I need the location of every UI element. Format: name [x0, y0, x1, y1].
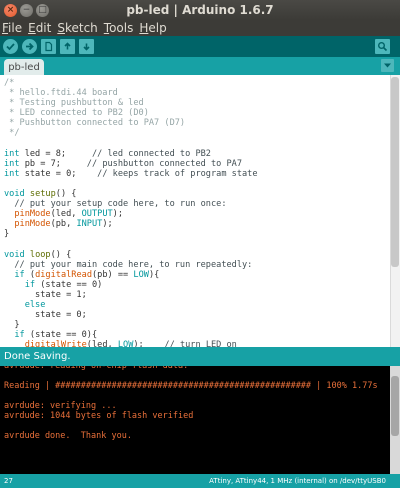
minimize-window-button[interactable]: −: [20, 3, 33, 17]
console-text: avrdude: reading on-chip flash data: Read…: [4, 366, 378, 441]
serial-monitor-icon: [378, 42, 388, 52]
console-line: avrdude: 1044 bytes of flash verified: [4, 411, 194, 421]
menu-edit-label: dit: [35, 21, 52, 35]
menu-file[interactable]: File: [2, 21, 22, 35]
console-scroll-thumb[interactable]: [391, 376, 399, 436]
console-line: Reading | ##############################…: [4, 381, 378, 391]
menu-help[interactable]: Help: [139, 21, 166, 35]
code-line: int led = 8; // led connected to PB2: [4, 148, 211, 159]
menu-edit[interactable]: Edit: [28, 21, 51, 35]
code-editor[interactable]: /* * hello.ftdi.44 board * Testing pushb…: [0, 75, 400, 347]
menu-sketch-mnemonic: S: [57, 21, 65, 35]
code-line: * hello.ftdi.44 board: [4, 88, 118, 99]
window-controls: × − □: [4, 3, 49, 17]
editor-scroll-thumb[interactable]: [391, 77, 399, 267]
editor-scrollbar[interactable]: [390, 75, 400, 347]
menu-help-label: elp: [148, 21, 167, 35]
code-line: void setup() {: [4, 189, 77, 200]
upload-icon: [26, 42, 34, 51]
title-bar: × − □ pb-led | Arduino 1.6.7: [0, 0, 400, 20]
minimize-icon: −: [22, 4, 31, 15]
console-line: avrdude: verifying ...: [4, 401, 117, 411]
tab-pb-led[interactable]: pb-led: [4, 59, 44, 76]
menu-tools[interactable]: Tools: [104, 21, 134, 35]
menu-sketch[interactable]: Sketch: [57, 21, 97, 35]
code-line: */: [4, 128, 20, 139]
code-line: if (state == 0): [24, 279, 103, 290]
toolbar: [0, 36, 400, 57]
menu-file-label: ile: [8, 21, 23, 35]
code-line: * LED connected to PB2 (D0): [4, 108, 149, 119]
save-sketch-button[interactable]: [79, 39, 94, 54]
code-line: void loop() {: [4, 249, 72, 260]
code-line: }: [4, 229, 10, 240]
close-icon: ×: [6, 4, 15, 15]
verify-button[interactable]: [3, 39, 18, 54]
open-sketch-button[interactable]: [60, 39, 75, 54]
code-text[interactable]: /* * hello.ftdi.44 board * Testing pushb…: [4, 78, 258, 347]
code-line: // put your main code here, to run repea…: [14, 259, 253, 270]
board-info: ATtiny, ATtiny44, 1 MHz (internal) on /d…: [209, 477, 386, 485]
verify-icon: [6, 43, 15, 51]
code-line: int pb = 7; // pushbutton connected to P…: [4, 158, 243, 169]
code-line: if (state == 0){: [14, 330, 98, 341]
window-title: pb-led | Arduino 1.6.7: [126, 3, 274, 17]
serial-monitor-button[interactable]: [375, 39, 390, 54]
code-line: state = 0;: [4, 310, 87, 321]
code-line: * Testing pushbutton & led: [4, 98, 144, 109]
upload-button[interactable]: [22, 39, 37, 54]
code-line: // put your setup code here, to run once…: [14, 199, 227, 210]
maximize-window-button[interactable]: □: [36, 3, 49, 17]
console-scrollbar[interactable]: [390, 366, 400, 474]
chevron-down-icon: [384, 63, 391, 68]
close-window-button[interactable]: ×: [4, 3, 17, 17]
code-line: }: [4, 320, 20, 331]
code-line: /*: [4, 78, 15, 88]
menu-edit-mnemonic: E: [28, 21, 36, 35]
status-message: Done Saving.: [0, 347, 400, 366]
tab-menu-button[interactable]: [381, 59, 394, 72]
console-line: avrdude done. Thank you.: [4, 431, 132, 441]
code-line: pinMode(pb, INPUT);: [14, 219, 113, 230]
code-line: if (digitalRead(pb) == LOW){: [14, 269, 160, 280]
save-icon: [83, 43, 90, 51]
menu-sketch-label: ketch: [64, 21, 98, 35]
new-icon: [45, 41, 53, 52]
maximize-icon: □: [38, 4, 47, 15]
code-line: * Pushbutton connected to PA7 (D7): [4, 118, 186, 129]
menu-bar: File Edit Sketch Tools Help: [0, 20, 400, 36]
footer-bar: 27 ATtiny, ATtiny44, 1 MHz (internal) on…: [0, 474, 400, 488]
console-output[interactable]: avrdude: reading on-chip flash data: Read…: [0, 366, 400, 474]
new-sketch-button[interactable]: [41, 39, 56, 54]
tab-bar: pb-led: [0, 57, 400, 76]
code-line: state = 1;: [4, 289, 87, 300]
code-line: pinMode(led, OUTPUT);: [14, 209, 124, 220]
code-line: int state = 0; // keeps track of program…: [4, 168, 258, 179]
menu-tools-label: ools: [109, 21, 134, 35]
line-number: 27: [4, 477, 13, 485]
open-icon: [64, 42, 71, 50]
code-line: else: [24, 300, 46, 311]
